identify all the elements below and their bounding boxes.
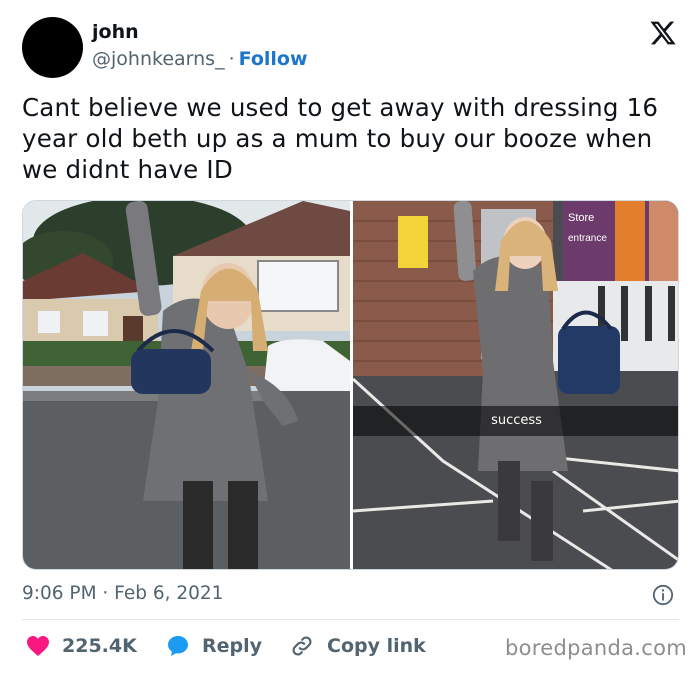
tweet-text: Cant believe we used to get away with dr…: [22, 93, 659, 184]
handle-row: @johnkearns_ · Follow: [92, 48, 308, 70]
divider: [22, 619, 679, 620]
separator: ·: [228, 48, 235, 70]
photo-of-girl-in-parking-lot-icon: Store entrance: [353, 201, 678, 569]
svg-text:entrance: entrance: [568, 233, 607, 244]
copy-link-button[interactable]: Copy link: [289, 632, 426, 660]
photo-of-girl-in-coat-street-icon: [23, 201, 350, 569]
photo-left[interactable]: [23, 201, 350, 569]
follow-button[interactable]: Follow: [239, 48, 308, 70]
like-count: 225.4K: [62, 635, 137, 657]
link-icon: [292, 636, 312, 656]
watermark: boredpanda.com: [505, 636, 688, 660]
reply-label: Reply: [202, 635, 263, 657]
x-logo-icon[interactable]: [648, 19, 678, 47]
reply-bubble-icon: [168, 636, 188, 656]
media-grid[interactable]: Store entrance success: [22, 200, 679, 570]
store-sign-text: Store: [568, 212, 594, 224]
avatar[interactable]: [22, 17, 83, 78]
snap-caption: success: [353, 406, 678, 436]
heart-icon: [27, 636, 49, 656]
like-button[interactable]: 225.4K: [26, 632, 137, 660]
reply-button[interactable]: Reply: [166, 632, 262, 660]
user-handle[interactable]: @johnkearns_: [92, 48, 225, 70]
tweet-timestamp[interactable]: 9:06 PM · Feb 6, 2021: [22, 583, 223, 604]
tweet-card: john @johnkearns_ · Follow Cant believe we…: [0, 0, 700, 673]
user-name[interactable]: john: [92, 21, 139, 43]
info-icon[interactable]: [652, 584, 674, 606]
photo-right[interactable]: Store entrance success: [353, 201, 678, 569]
copy-link-label: Copy link: [327, 635, 426, 657]
